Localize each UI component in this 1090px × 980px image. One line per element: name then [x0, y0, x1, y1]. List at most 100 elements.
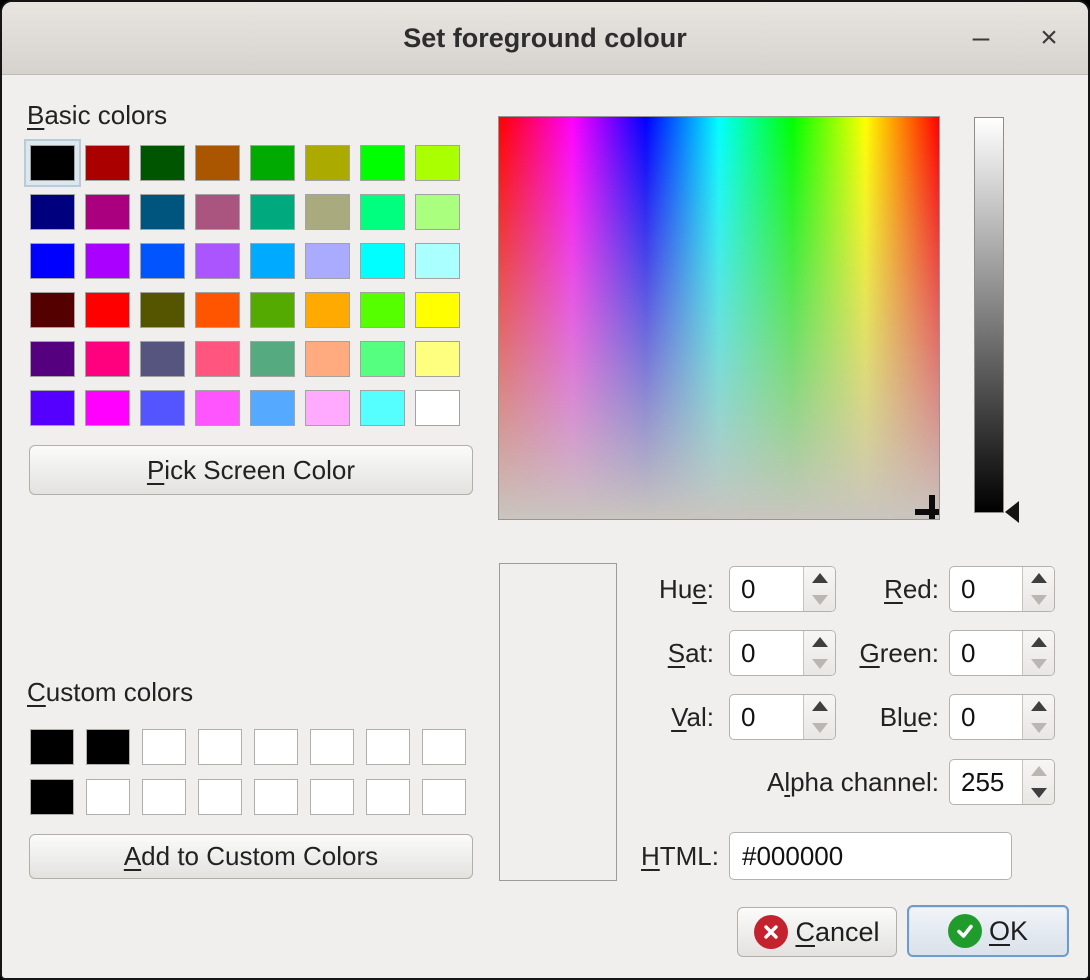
color-swatch[interactable] — [85, 145, 130, 181]
color-swatch[interactable] — [85, 243, 130, 279]
alpha-value: 255 — [950, 760, 1022, 804]
color-swatch[interactable] — [360, 145, 405, 181]
check-circle-icon — [948, 914, 982, 948]
color-swatch[interactable] — [250, 341, 295, 377]
pick-screen-color-button[interactable]: Pick Screen Color — [29, 445, 473, 495]
color-swatch[interactable] — [254, 779, 298, 815]
alpha-spin-up-icon[interactable] — [1023, 760, 1054, 782]
titlebar[interactable]: Set foreground colour – × — [2, 2, 1088, 75]
color-swatch[interactable] — [140, 194, 185, 230]
color-swatch[interactable] — [142, 779, 186, 815]
blue-spin-up-icon[interactable] — [1023, 695, 1054, 717]
cancel-button[interactable]: Cancel — [737, 907, 897, 957]
color-swatch[interactable] — [86, 779, 130, 815]
add-to-custom-colors-button[interactable]: Add to Custom Colors — [29, 834, 473, 879]
color-swatch[interactable] — [142, 729, 186, 765]
color-swatch[interactable] — [415, 145, 460, 181]
color-swatch[interactable] — [195, 145, 240, 181]
close-button[interactable]: × — [1032, 18, 1066, 58]
alpha-spinbox[interactable]: 255 — [949, 759, 1055, 805]
color-swatch[interactable] — [415, 390, 460, 426]
color-swatch[interactable] — [30, 390, 75, 426]
color-swatch[interactable] — [415, 243, 460, 279]
blue-spinbox[interactable]: 0 — [949, 694, 1055, 740]
color-swatch[interactable] — [140, 390, 185, 426]
color-swatch[interactable] — [198, 779, 242, 815]
color-swatch[interactable] — [250, 390, 295, 426]
color-swatch[interactable] — [195, 194, 240, 230]
green-value: 0 — [950, 631, 1022, 675]
color-swatch[interactable] — [85, 341, 130, 377]
color-swatch[interactable] — [140, 243, 185, 279]
color-swatch[interactable] — [30, 292, 75, 328]
color-swatch[interactable] — [254, 729, 298, 765]
custom-colors-label: Custom colors — [27, 677, 193, 708]
basic-colors-label: Basic colors — [27, 100, 167, 131]
color-swatch[interactable] — [250, 194, 295, 230]
minimize-button[interactable]: – — [964, 18, 998, 58]
color-swatch[interactable] — [85, 292, 130, 328]
picker-crosshair-icon — [929, 495, 935, 519]
color-swatch[interactable] — [310, 729, 354, 765]
color-swatch[interactable] — [140, 341, 185, 377]
hue-saturation-picker[interactable] — [498, 116, 940, 520]
color-swatch[interactable] — [195, 341, 240, 377]
color-swatch[interactable] — [198, 729, 242, 765]
color-swatch[interactable] — [250, 145, 295, 181]
green-spinbox[interactable]: 0 — [949, 630, 1055, 676]
color-swatch[interactable] — [30, 243, 75, 279]
color-swatch[interactable] — [415, 194, 460, 230]
color-swatch[interactable] — [195, 292, 240, 328]
html-label: HTML: — [602, 833, 719, 879]
green-spin-down-icon[interactable] — [1023, 653, 1054, 675]
color-swatch[interactable] — [85, 390, 130, 426]
value-slider[interactable] — [974, 117, 1004, 513]
red-spinbox[interactable]: 0 — [949, 566, 1055, 612]
color-swatch[interactable] — [360, 243, 405, 279]
color-swatch[interactable] — [30, 194, 75, 230]
color-swatch[interactable] — [195, 243, 240, 279]
color-swatch[interactable] — [360, 194, 405, 230]
color-swatch[interactable] — [360, 341, 405, 377]
color-swatch[interactable] — [250, 243, 295, 279]
green-spin-up-icon[interactable] — [1023, 631, 1054, 653]
color-swatch[interactable] — [86, 729, 130, 765]
html-color-input[interactable] — [729, 832, 1012, 880]
color-swatch[interactable] — [305, 145, 350, 181]
color-swatch[interactable] — [366, 779, 410, 815]
color-swatch[interactable] — [422, 729, 466, 765]
ok-button[interactable]: OK — [907, 905, 1069, 957]
color-swatch[interactable] — [195, 390, 240, 426]
blue-spin-down-icon[interactable] — [1023, 717, 1054, 739]
color-swatch[interactable] — [415, 341, 460, 377]
color-swatch[interactable] — [310, 779, 354, 815]
alpha-spin-down-icon[interactable] — [1023, 782, 1054, 804]
color-swatch[interactable] — [422, 779, 466, 815]
color-swatch[interactable] — [30, 779, 74, 815]
color-swatch[interactable] — [140, 145, 185, 181]
color-swatch[interactable] — [140, 292, 185, 328]
color-swatch[interactable] — [305, 292, 350, 328]
color-swatch[interactable] — [30, 145, 75, 181]
green-label: Green: — [682, 630, 939, 676]
color-swatch[interactable] — [360, 390, 405, 426]
color-swatch[interactable] — [305, 390, 350, 426]
color-swatch[interactable] — [305, 194, 350, 230]
red-spin-down-icon[interactable] — [1023, 589, 1054, 611]
color-swatch[interactable] — [415, 292, 460, 328]
red-spin-up-icon[interactable] — [1023, 567, 1054, 589]
x-circle-icon — [754, 915, 788, 949]
color-swatch[interactable] — [85, 194, 130, 230]
color-dialog-window: Set foreground colour – × Basic colors P… — [0, 0, 1090, 980]
color-swatch[interactable] — [305, 341, 350, 377]
pick-screen-color-label: Pick Screen Color — [147, 455, 355, 486]
color-swatch[interactable] — [360, 292, 405, 328]
value-slider-handle-icon[interactable] — [1005, 501, 1019, 523]
color-swatch[interactable] — [250, 292, 295, 328]
color-swatch[interactable] — [305, 243, 350, 279]
color-swatch[interactable] — [30, 729, 74, 765]
cancel-label: Cancel — [795, 917, 879, 948]
color-swatch[interactable] — [366, 729, 410, 765]
color-swatch[interactable] — [30, 341, 75, 377]
blue-label: Blue: — [682, 694, 939, 740]
